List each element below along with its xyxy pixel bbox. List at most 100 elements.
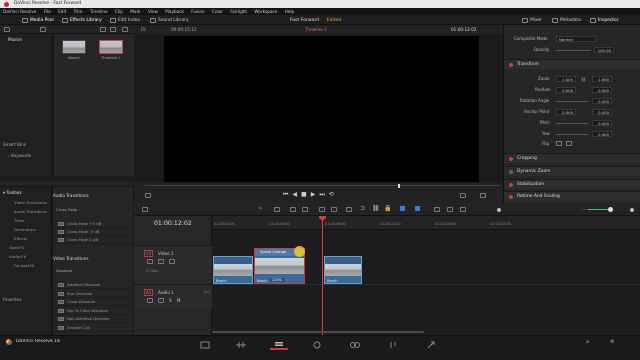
menu-fairlight[interactable]: Fairlight [230,9,247,14]
category-effects[interactable]: Effects [0,236,52,241]
video-track-id[interactable]: V1 [144,250,154,257]
viewer-options-icon[interactable] [145,193,151,198]
toolbox-category[interactable]: ▾ Toolbox [3,190,22,195]
effects-library-button[interactable]: Effects Library [62,17,102,24]
settings-gear-icon[interactable]: ⚙ [610,339,614,345]
fx-additive-dissolve[interactable]: Additive Dissolve [53,281,133,289]
opacity-field[interactable]: 100.00 [594,47,614,53]
edit-index-button[interactable]: Edit Index [110,17,140,24]
viewer-canvas[interactable] [164,36,479,182]
sound-library-button[interactable]: Sound Library [150,17,189,24]
fx-dip-to-color[interactable]: Dip To Color Dissolve [53,307,133,315]
menu-trim[interactable]: Trim [74,9,83,14]
enable-dot-icon[interactable] [509,195,513,199]
timeline-view-icon[interactable] [142,207,148,212]
video-track-name[interactable]: Video 1 [158,251,174,256]
bin-toggle-icon[interactable] [40,27,46,32]
blade-tool-icon[interactable] [302,207,308,212]
anchor-x-field[interactable]: 0.000 [556,109,576,115]
video-track-header[interactable]: V1 Video 1 2 Clips [134,245,212,283]
fx-non-additive-dissolve[interactable]: Non-Additive Dissolve [53,315,133,323]
timeline-zoom-slider-handle[interactable] [608,207,613,212]
zoom-plus-icon[interactable] [630,207,634,212]
position-y-field[interactable]: 0.000 [592,87,612,93]
category-video-transitions[interactable]: Video Transitions [0,200,52,205]
fairlight-page-tab[interactable] [384,340,402,350]
anchor-y-field[interactable]: 0.000 [592,109,612,115]
scrubber-bar[interactable] [145,185,500,186]
mixer-button[interactable]: Mixer [522,17,542,24]
dynamic-zoom-section[interactable]: Dynamic Zoom [504,166,640,176]
transform-section[interactable]: Transform [504,59,640,69]
fusion-page-tab[interactable] [308,340,326,350]
solo-icon[interactable]: S [169,298,172,303]
audio-track-lane[interactable] [212,284,640,310]
zoom-minus-icon[interactable] [497,207,501,212]
audio-track-id[interactable]: A1 [144,289,154,296]
deliver-page-tab[interactable] [422,340,440,350]
fx-smooth-cut[interactable]: Smooth Cut [53,324,133,332]
timeline-clip[interactable]: Beach [324,256,362,284]
view-grid-icon[interactable] [100,27,106,32]
enable-dot-icon[interactable] [509,157,513,161]
enable-dot-icon[interactable] [509,170,513,174]
edit-page-tab[interactable] [270,340,288,350]
clip-thumbnail-timeline[interactable] [99,40,123,54]
timeline-clip[interactable]: Beach [213,256,253,284]
rotation-field[interactable]: 0.000 [592,98,612,104]
selection-tool-icon[interactable]: ➤ [258,205,263,212]
opacity-slider[interactable] [556,49,591,51]
marker-icon[interactable] [415,206,420,211]
overwrite-clip-icon[interactable] [331,207,337,212]
zoom-full-icon[interactable] [434,207,440,212]
stabilization-section[interactable]: Stabilization [504,179,640,189]
inspector-button[interactable]: Inspector [590,17,618,24]
search-icon[interactable] [122,27,128,32]
home-icon[interactable]: ⌂ [586,339,589,345]
playhead[interactable] [322,218,323,335]
stop-icon[interactable]: ■ [301,191,311,198]
position-x-field[interactable]: 0.000 [556,87,576,93]
step-back-icon[interactable]: ◀ [292,191,301,198]
bin-list-icon[interactable] [4,27,10,32]
clip-speed[interactable]: 120% [269,278,285,282]
fx-cross-fade-plus3[interactable]: Cross Fade +3 dB [53,220,133,228]
cropping-section[interactable]: Cropping [504,153,640,163]
auto-select-icon[interactable] [158,259,164,264]
yaw-slider[interactable] [556,133,588,135]
linked-selection-icon[interactable]: ⛓ [372,205,380,212]
composite-mode-select[interactable]: Normal [556,36,596,42]
replace-clip-icon[interactable] [346,207,352,212]
menu-color[interactable]: Color [212,9,223,14]
lock-track-icon[interactable] [147,298,153,303]
cut-page-tab[interactable] [232,340,250,350]
snapping-icon[interactable]: ⊃ [360,205,365,212]
menu-clip[interactable]: Clip [115,9,123,14]
zoom-detail-icon[interactable] [447,207,453,212]
match-frame-icon[interactable] [460,193,466,198]
clip-thumbnail-beach[interactable] [62,40,86,54]
menu-file[interactable]: File [44,9,51,14]
fx-blur-dissolve[interactable]: Blur Dissolve [53,290,133,298]
zoom-y-field[interactable]: 1.000 [592,76,612,82]
color-page-tab[interactable] [346,340,364,350]
viewer-timeline-name[interactable]: Timeline 1 [305,27,327,32]
menu-workspace[interactable]: Workspace [254,9,277,14]
enable-dot-icon[interactable] [509,63,513,67]
metadata-button[interactable]: Metadata [552,17,581,24]
insert-clip-icon[interactable] [319,207,325,212]
zoom-x-field[interactable]: 1.000 [556,76,576,82]
mute-icon[interactable]: M [177,298,180,303]
menu-davinci[interactable]: DaVinci Resolve [3,9,36,14]
first-frame-icon[interactable]: ⏮ [283,191,292,198]
retime-section[interactable]: Retime And Scaling [504,191,640,201]
category-audio-transitions[interactable]: Audio Transitions [0,209,52,214]
category-audio-fx[interactable]: Audio FX [0,254,52,259]
zoom-custom-icon[interactable] [460,207,466,212]
bin-master[interactable]: Master [8,37,22,42]
scrubber-handle[interactable] [398,184,400,188]
menu-edit[interactable]: Edit [58,9,66,14]
rotation-slider[interactable] [556,100,588,102]
timeline-scrollbar[interactable] [212,331,424,333]
disable-track-icon[interactable] [169,259,175,264]
